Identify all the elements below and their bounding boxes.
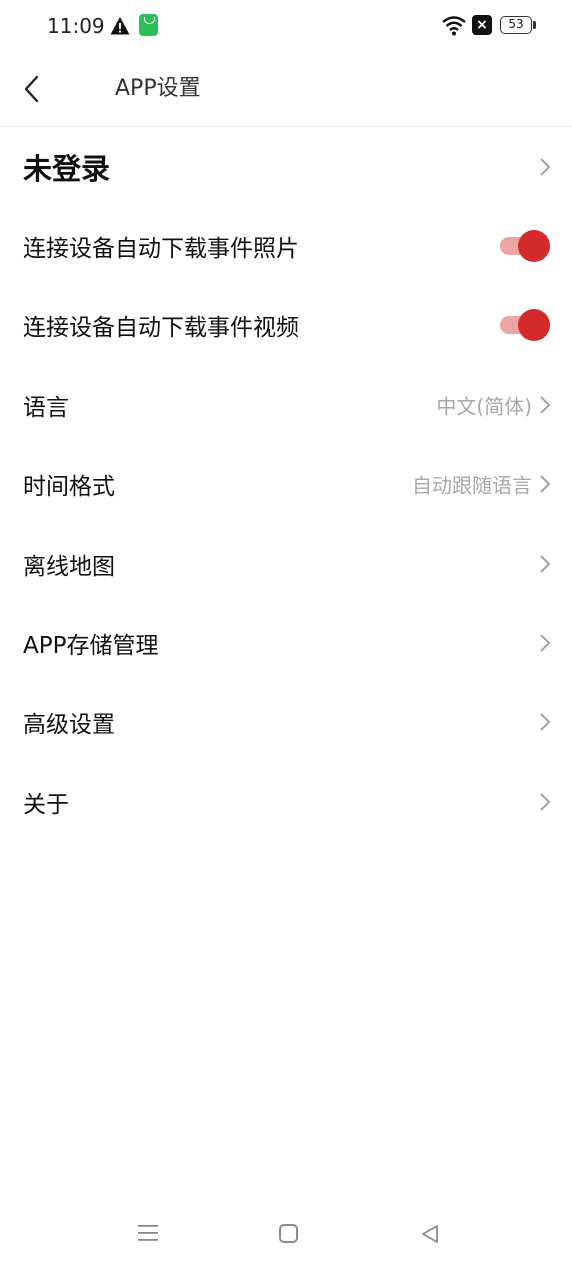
advanced-settings-row[interactable]: 高级设置 — [0, 683, 572, 762]
offline-map-label: 离线地图 — [23, 553, 115, 580]
language-row[interactable]: 语言 中文(简体) — [0, 365, 572, 444]
nav-back-icon[interactable] — [419, 1223, 441, 1245]
chevron-right-icon — [540, 713, 551, 732]
language-value: 中文(简体) — [436, 394, 532, 419]
battery-icon: 53 — [500, 16, 532, 34]
auto-download-videos-toggle[interactable] — [500, 309, 550, 342]
chevron-right-icon — [540, 555, 551, 573]
auto-download-videos-label: 连接设备自动下载事件视频 — [23, 315, 299, 342]
auto-download-photos-label: 连接设备自动下载事件照片 — [23, 236, 299, 263]
menu-icon[interactable] — [137, 1223, 159, 1243]
login-label: 未登录 — [23, 151, 111, 186]
chevron-right-icon — [540, 793, 551, 811]
time-format-row[interactable]: 时间格式 自动跟随语言 — [0, 445, 572, 524]
home-icon[interactable] — [279, 1224, 298, 1243]
chevron-right-icon — [540, 396, 551, 414]
advanced-settings-label: 高级设置 — [23, 712, 115, 739]
time-format-value: 自动跟随语言 — [412, 473, 532, 498]
close-badge-icon: × — [472, 15, 492, 35]
toggle-knob — [518, 230, 550, 263]
offline-map-row[interactable]: 离线地图 — [0, 524, 572, 603]
back-arrow-icon[interactable] — [18, 74, 46, 104]
chevron-right-icon — [540, 475, 551, 493]
app-notification-icon — [139, 14, 158, 36]
login-row[interactable]: 未登录 — [0, 127, 572, 206]
about-label: 关于 — [23, 791, 69, 818]
auto-download-videos-row: 连接设备自动下载事件视频 — [0, 286, 572, 365]
storage-row[interactable]: APP存储管理 — [0, 603, 572, 682]
about-row[interactable]: 关于 — [0, 762, 572, 841]
language-label: 语言 — [23, 394, 69, 421]
system-nav-bar — [0, 1200, 572, 1280]
status-time: 11:09 — [47, 14, 105, 38]
status-bar: 11:09 × 53 — [0, 0, 572, 52]
warning-icon — [110, 17, 130, 35]
settings-list: 未登录 连接设备自动下载事件照片 连接设备自动下载事件视频 语言 中文(简体) … — [0, 127, 572, 842]
chevron-right-icon — [540, 634, 551, 652]
wifi-icon — [442, 16, 466, 36]
app-header: APP设置 — [0, 52, 572, 127]
chevron-right-icon — [540, 158, 551, 176]
battery-cap — [533, 21, 536, 29]
toggle-knob — [518, 309, 550, 342]
storage-label: APP存储管理 — [23, 633, 159, 660]
page-title: APP设置 — [115, 76, 201, 101]
auto-download-photos-row: 连接设备自动下载事件照片 — [0, 206, 572, 285]
auto-download-photos-toggle[interactable] — [500, 230, 550, 263]
battery-level: 53 — [508, 17, 524, 31]
time-format-label: 时间格式 — [23, 474, 115, 501]
